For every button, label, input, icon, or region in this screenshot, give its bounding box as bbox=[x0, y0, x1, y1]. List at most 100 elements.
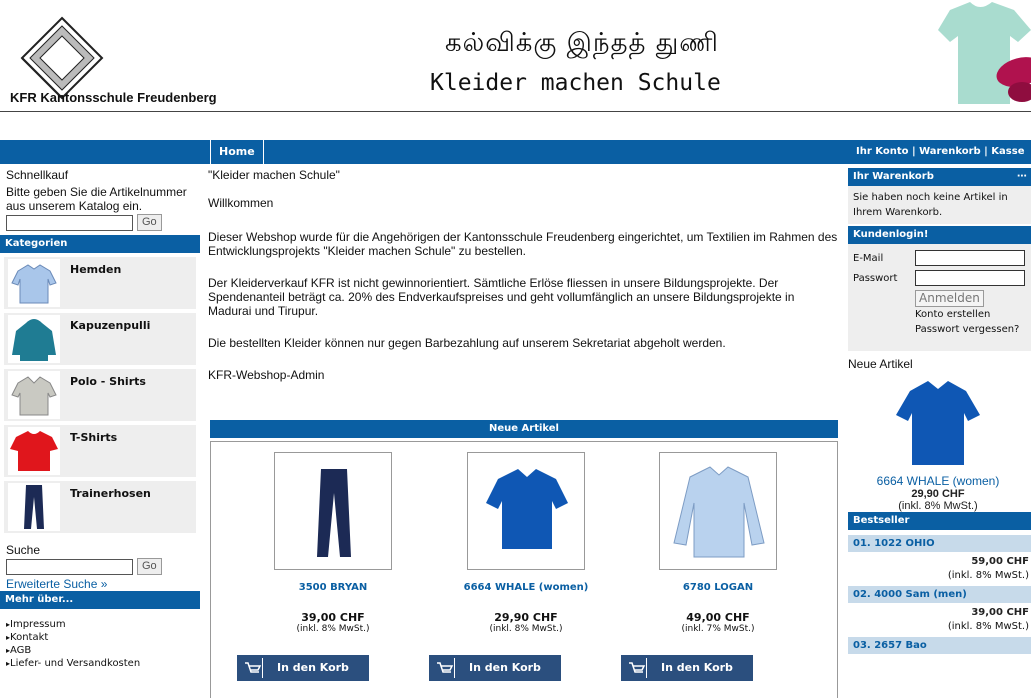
categories-header: Kategorien bbox=[0, 235, 200, 253]
login-header: Kundenlogin! bbox=[848, 226, 1031, 244]
welcome-text: Willkommen bbox=[208, 196, 274, 210]
bestseller-name-link[interactable]: 03. 2657 Bao bbox=[848, 637, 1031, 654]
advanced-search-link[interactable]: Erweiterte Suche » bbox=[6, 577, 200, 591]
category-trainerhosen[interactable]: Trainerhosen bbox=[4, 481, 196, 533]
payment-paragraph: Die bestellten Kleider können nur gegen … bbox=[208, 336, 726, 350]
product-price: 29,90 CHF bbox=[494, 611, 558, 624]
site-header: KFR Kantonsschule Freudenberg கல்விக்கு … bbox=[0, 0, 1031, 112]
product-image[interactable] bbox=[659, 452, 777, 570]
product-name-link[interactable]: 3500 BRYAN bbox=[243, 582, 423, 593]
main-navbar: Home Ihr Konto | Warenkorb | Kasse bbox=[0, 140, 1031, 164]
add-to-cart-button[interactable]: In den Korb bbox=[621, 655, 753, 681]
add-to-cart-button[interactable]: In den Korb bbox=[237, 655, 369, 681]
intro-paragraph: Dieser Webshop wurde für die Angehörigen… bbox=[208, 230, 838, 258]
product-price: 49,00 CHF bbox=[686, 611, 750, 624]
blouse-image-icon bbox=[486, 469, 568, 549]
quickbuy-title: Schnellkauf bbox=[6, 168, 69, 182]
bestseller-item: 03. 2657 Bao bbox=[848, 637, 1031, 654]
product-vat: (inkl. 8% MwSt.) bbox=[296, 624, 370, 634]
polo-thumbnail-icon bbox=[8, 371, 60, 419]
nonprofit-paragraph: Der Kleiderverkauf KFR ist nicht gewinno… bbox=[208, 276, 795, 318]
product-card: 3500 BRYAN 39,00 CHF (inkl. 8% MwSt.) bbox=[243, 452, 423, 634]
search-label: Suche bbox=[6, 543, 41, 557]
more-about-list: Impressum Kontakt AGB Liefer- und Versan… bbox=[0, 619, 200, 671]
more-about-header: Mehr über... bbox=[0, 591, 200, 609]
link-impressum[interactable]: Impressum bbox=[0, 619, 200, 632]
banner-subtitle: Kleider machen Schule bbox=[430, 70, 721, 96]
login-box: E-Mail Passwort Anmelden Konto erstellen… bbox=[848, 244, 1031, 351]
link-liefer-versandkosten[interactable]: Liefer- und Versandkosten bbox=[0, 658, 200, 671]
blouse-image-icon[interactable] bbox=[890, 377, 986, 469]
category-hemden[interactable]: Hemden bbox=[4, 257, 196, 309]
product-image[interactable] bbox=[274, 452, 392, 570]
category-label: T-Shirts bbox=[70, 431, 118, 444]
forgot-password-link[interactable]: Passwort vergessen? bbox=[915, 322, 1026, 337]
bestseller-price: 59,00 CHF bbox=[971, 556, 1029, 567]
cart-empty-text: Sie haben noch keine Artikel in Ihrem Wa… bbox=[848, 186, 1031, 224]
category-label: Hemden bbox=[70, 263, 122, 276]
link-agb[interactable]: AGB bbox=[0, 645, 200, 658]
tshirt-project-logo-icon bbox=[938, 2, 1031, 104]
category-label: Kapuzenpulli bbox=[70, 319, 151, 332]
logo-text: KFR Kantonsschule Freudenberg bbox=[10, 90, 217, 105]
pants-image-icon bbox=[317, 469, 351, 557]
shirt-image-icon bbox=[673, 466, 765, 558]
bestseller-vat: (inkl. 8% MwSt.) bbox=[947, 570, 1029, 581]
product-name-link[interactable]: 6664 WHALE (women) bbox=[436, 582, 616, 593]
more-dots-icon[interactable]: ⋯ bbox=[1017, 168, 1027, 186]
new-articles-label: Neue Artikel bbox=[848, 357, 913, 371]
left-column: Schnellkauf Bitte geben Sie die Artikeln… bbox=[0, 168, 200, 671]
new-articles-box: 3500 BRYAN 39,00 CHF (inkl. 8% MwSt.) 66… bbox=[210, 441, 838, 698]
new-article-widget: 6664 WHALE (women) 29,90 CHF (inkl. 8% M… bbox=[848, 371, 1028, 512]
product-vat: (inkl. 7% MwSt.) bbox=[681, 624, 755, 634]
login-button[interactable]: Anmelden bbox=[915, 290, 984, 307]
quickbuy-text: Bitte geben Sie die Artikelnummer aus un… bbox=[6, 185, 187, 213]
main-content: "Kleider machen Schule" Willkommen Diese… bbox=[208, 168, 840, 382]
bestseller-name-link[interactable]: 01. 1022 OHIO bbox=[848, 535, 1031, 552]
bestseller-item: 02. 4000 Sam (men) 39,00 CHF (inkl. 8% M… bbox=[848, 586, 1031, 637]
new-article-price: 29,90 CHF bbox=[911, 488, 965, 500]
add-to-cart-button[interactable]: In den Korb bbox=[429, 655, 561, 681]
cart-icon bbox=[243, 658, 263, 678]
pants-thumbnail-icon bbox=[8, 483, 60, 531]
cart-icon bbox=[435, 658, 455, 678]
password-field[interactable] bbox=[915, 270, 1025, 286]
email-label: E-Mail bbox=[853, 252, 884, 264]
bestseller-header: Bestseller bbox=[848, 512, 1031, 530]
search-go-button[interactable]: Go bbox=[137, 558, 162, 575]
category-t-shirts[interactable]: T-Shirts bbox=[4, 425, 196, 477]
banner-tamil-text: கல்விக்கு இந்தத் துணி bbox=[445, 28, 719, 58]
category-label: Polo - Shirts bbox=[70, 375, 146, 388]
right-column: Ihr Warenkorb ⋯ Sie haben noch keine Art… bbox=[848, 168, 1031, 654]
product-name-link[interactable]: 6780 LOGAN bbox=[628, 582, 808, 593]
new-articles-header: Neue Artikel bbox=[210, 420, 838, 438]
category-polo-shirts[interactable]: Polo - Shirts bbox=[4, 369, 196, 421]
create-account-link[interactable]: Konto erstellen bbox=[915, 307, 1026, 322]
product-image[interactable] bbox=[467, 452, 585, 570]
nav-home-link[interactable]: Home bbox=[210, 140, 264, 164]
link-kontakt[interactable]: Kontakt bbox=[0, 632, 200, 645]
new-article-name-link[interactable]: 6664 WHALE (women) bbox=[848, 474, 1028, 488]
bestseller-price: 39,00 CHF bbox=[971, 607, 1029, 618]
product-card: 6780 LOGAN 49,00 CHF (inkl. 7% MwSt.) bbox=[628, 452, 808, 634]
category-kapuzenpulli[interactable]: Kapuzenpulli bbox=[4, 313, 196, 365]
product-vat: (inkl. 8% MwSt.) bbox=[489, 624, 563, 634]
signature-text: KFR-Webshop-Admin bbox=[208, 368, 325, 382]
product-price: 39,00 CHF bbox=[301, 611, 365, 624]
email-field[interactable] bbox=[915, 250, 1025, 266]
cart-icon bbox=[627, 658, 647, 678]
bestseller-name-link[interactable]: 02. 4000 Sam (men) bbox=[848, 586, 1031, 603]
quickbuy-go-button[interactable]: Go bbox=[137, 214, 162, 231]
hoodie-thumbnail-icon bbox=[8, 315, 60, 363]
search-input[interactable] bbox=[6, 558, 133, 575]
cart-header: Ihr Warenkorb ⋯ bbox=[848, 168, 1031, 186]
bestseller-item: 01. 1022 OHIO 59,00 CHF (inkl. 8% MwSt.) bbox=[848, 535, 1031, 586]
category-label: Trainerhosen bbox=[70, 487, 151, 500]
bestseller-vat: (inkl. 8% MwSt.) bbox=[947, 621, 1029, 632]
school-logo[interactable]: KFR Kantonsschule Freudenberg bbox=[8, 12, 288, 105]
password-label: Passwort bbox=[853, 272, 898, 284]
quickbuy-input[interactable] bbox=[6, 214, 133, 231]
tshirt-thumbnail-icon bbox=[8, 427, 60, 475]
nav-account-links[interactable]: Ihr Konto | Warenkorb | Kasse bbox=[856, 140, 1024, 164]
product-card: 6664 WHALE (women) 29,90 CHF (inkl. 8% M… bbox=[436, 452, 616, 634]
